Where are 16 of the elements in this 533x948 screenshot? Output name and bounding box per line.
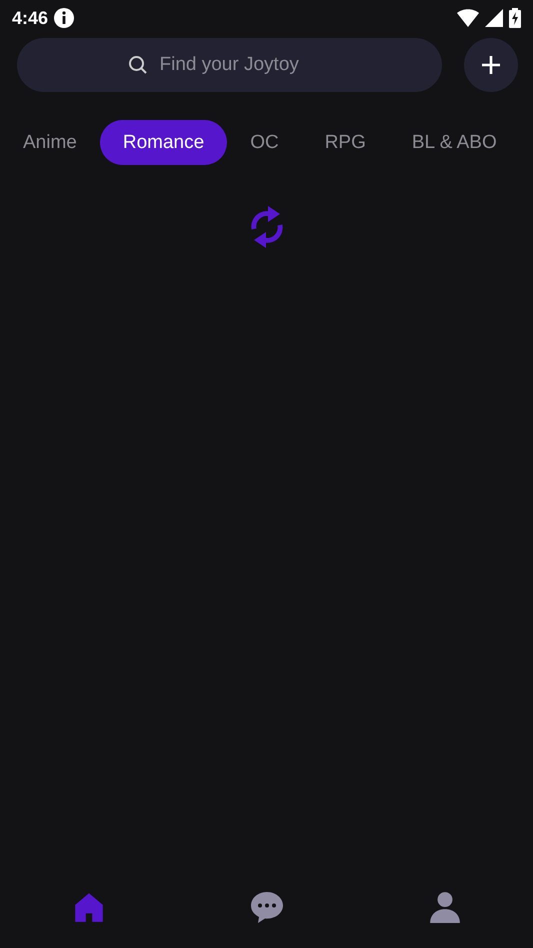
search-bar[interactable]: Find your Joytoy (17, 38, 442, 92)
category-tab[interactable]: RPG (302, 120, 389, 165)
search-icon (128, 55, 148, 75)
wifi-icon (457, 9, 479, 27)
search-input[interactable]: Find your Joytoy (158, 53, 332, 77)
chat-icon[interactable] (248, 890, 284, 924)
signal-icon (485, 9, 503, 27)
info-icon (54, 8, 74, 28)
category-tab[interactable]: OC (227, 120, 302, 165)
person-icon[interactable] (428, 890, 462, 924)
category-tab[interactable]: BL & ABO (388, 120, 520, 165)
category-tab[interactable]: Anime (0, 120, 100, 165)
category-tab[interactable]: Romance (100, 120, 228, 165)
battery-icon (509, 8, 521, 28)
plus-icon (481, 55, 501, 75)
status-time: 4:46 (12, 8, 48, 28)
